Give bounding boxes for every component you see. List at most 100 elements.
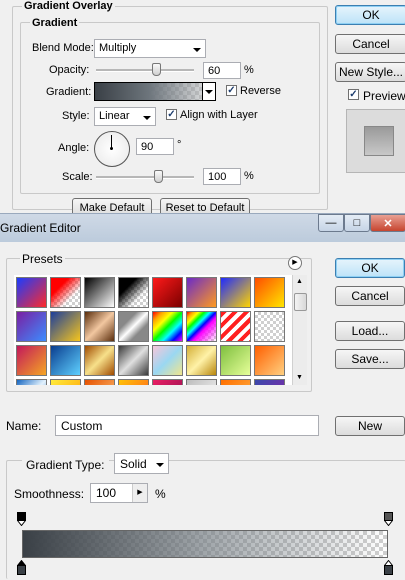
maximize-button[interactable]: □: [344, 214, 370, 232]
preset-swatch[interactable]: [16, 345, 47, 376]
angle-input[interactable]: 90: [136, 138, 174, 155]
name-input[interactable]: Custom: [55, 415, 319, 436]
style-select[interactable]: Linear: [94, 107, 156, 126]
preset-swatch[interactable]: [220, 311, 251, 342]
preset-swatch[interactable]: [186, 311, 217, 342]
new-style-button[interactable]: New Style...: [335, 62, 405, 82]
load-button[interactable]: Load...: [335, 321, 405, 341]
color-stop-left[interactable]: [16, 559, 27, 575]
opacity-unit: %: [244, 64, 254, 76]
angle-dial[interactable]: [94, 131, 130, 167]
preset-swatch[interactable]: [254, 311, 285, 342]
ge-cancel-button[interactable]: Cancel: [335, 286, 405, 306]
smoothness-stepper-arrow-icon[interactable]: ▶: [132, 484, 147, 502]
align-with-layer-checkbox[interactable]: ✓: [166, 109, 177, 120]
opacity-stop-right[interactable]: [383, 512, 394, 527]
chevron-down-icon: [193, 47, 201, 52]
chevron-down-icon: [143, 115, 151, 120]
scale-slider-thumb[interactable]: [154, 170, 163, 183]
maximize-icon: □: [353, 217, 361, 229]
preset-swatch[interactable]: [118, 311, 149, 342]
align-with-layer-label: Align with Layer: [180, 109, 258, 121]
gradient-preview-bar[interactable]: [22, 530, 388, 558]
preset-swatch[interactable]: [220, 379, 251, 385]
preset-swatch[interactable]: [118, 379, 149, 385]
preview-checkbox[interactable]: ✓: [348, 89, 359, 100]
chevron-down-icon: [205, 90, 213, 94]
preset-swatch[interactable]: [16, 311, 47, 342]
angle-unit: °: [177, 139, 182, 151]
minimize-icon: —: [325, 217, 337, 229]
preset-swatch[interactable]: [50, 311, 81, 342]
style-preview-box: [346, 109, 405, 173]
preset-swatch[interactable]: [50, 379, 81, 385]
preset-swatch[interactable]: [152, 277, 183, 308]
gradient-preview-picker[interactable]: [94, 82, 216, 101]
preset-swatch[interactable]: [254, 345, 285, 376]
minimize-button[interactable]: —: [318, 214, 344, 232]
preset-swatch[interactable]: [16, 277, 47, 308]
preset-swatch[interactable]: [84, 379, 115, 385]
cancel-button[interactable]: Cancel: [335, 34, 405, 54]
opacity-stop-icon: [16, 512, 27, 527]
scale-input[interactable]: 100: [203, 168, 241, 185]
preset-swatch[interactable]: [16, 379, 47, 385]
blend-mode-select[interactable]: Multiply: [94, 39, 206, 58]
preset-swatch[interactable]: [50, 277, 81, 308]
reverse-checkbox[interactable]: ✓: [226, 85, 237, 96]
preset-swatch[interactable]: [220, 345, 251, 376]
preset-swatch[interactable]: [152, 311, 183, 342]
preset-swatch[interactable]: [186, 345, 217, 376]
preset-swatch[interactable]: [84, 311, 115, 342]
gradient-type-select[interactable]: Solid: [114, 453, 169, 474]
scroll-down-arrow-icon[interactable]: ▼: [294, 372, 305, 383]
scale-slider[interactable]: [96, 176, 194, 179]
smoothness-value: 100: [96, 486, 117, 500]
gradient-type-group: [6, 460, 405, 579]
ge-ok-button[interactable]: OK: [335, 258, 405, 278]
blend-mode-value: Multiply: [99, 42, 137, 54]
gradient-dropdown-button[interactable]: [202, 83, 215, 100]
angle-dial-center: [110, 147, 113, 150]
layer-style-dialog: Gradient Overlay Gradient Blend Mode: Mu…: [0, 0, 405, 218]
preset-swatch[interactable]: [118, 345, 149, 376]
presets-flyout-menu-icon[interactable]: ▶: [288, 256, 302, 270]
preset-swatch[interactable]: [186, 379, 217, 385]
opacity-input[interactable]: 60: [203, 62, 241, 79]
opacity-stop-left[interactable]: [16, 512, 27, 527]
color-stop-icon: [383, 559, 394, 575]
gradient-type-value: Solid: [120, 457, 147, 471]
opacity-slider[interactable]: [96, 69, 194, 72]
gradient-group-title: Gradient: [30, 17, 80, 29]
scale-label: Scale:: [62, 171, 93, 183]
save-button[interactable]: Save...: [335, 349, 405, 369]
style-value: Linear: [99, 110, 130, 122]
blend-mode-label: Blend Mode:: [32, 42, 94, 54]
angle-label: Angle:: [58, 142, 90, 154]
preset-swatch[interactable]: [50, 345, 81, 376]
ok-button[interactable]: OK: [335, 5, 405, 25]
opacity-slider-thumb[interactable]: [152, 63, 161, 76]
presets-scrollbar[interactable]: ▲ ▼: [292, 275, 307, 385]
preset-swatch[interactable]: [220, 277, 251, 308]
preset-swatch[interactable]: [152, 345, 183, 376]
preset-swatch[interactable]: [152, 379, 183, 385]
gradient-type-label: Gradient Type:: [22, 458, 109, 472]
gradient-editor-title-bar[interactable]: Gradient Editor — □ ✕: [0, 213, 405, 242]
scroll-up-arrow-icon[interactable]: ▲: [294, 276, 305, 287]
preset-swatch[interactable]: [84, 277, 115, 308]
flyout-arrow-icon: ▶: [292, 259, 298, 266]
close-button[interactable]: ✕: [370, 214, 405, 232]
opacity-label: Opacity:: [49, 64, 90, 76]
preset-swatch[interactable]: [84, 345, 115, 376]
reverse-label: Reverse: [240, 85, 281, 97]
smoothness-input[interactable]: 100 ▶: [90, 483, 148, 503]
color-stop-right[interactable]: [383, 559, 394, 575]
preset-swatch[interactable]: [254, 277, 285, 308]
preset-swatch[interactable]: [186, 277, 217, 308]
new-gradient-button[interactable]: New: [335, 416, 405, 436]
scrollbar-thumb[interactable]: [294, 293, 307, 311]
smoothness-label: Smoothness:: [14, 487, 85, 501]
preset-swatch[interactable]: [118, 277, 149, 308]
preset-swatch[interactable]: [254, 379, 285, 385]
